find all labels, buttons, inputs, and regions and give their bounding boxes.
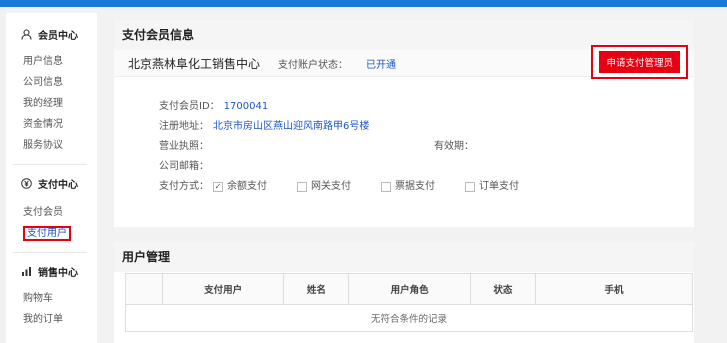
- col-status: 状态: [469, 273, 537, 305]
- sidebar-item-label: 支付用户: [23, 226, 71, 241]
- section-member-center: 会员中心: [20, 24, 97, 44]
- validity-label: 有效期：: [434, 141, 474, 152]
- method-bill[interactable]: 票据支付: [377, 179, 435, 195]
- member-info: 支付会员ID： 1700041 注册地址： 北京市房山区燕山迎风南路甲6号楼 营…: [114, 77, 694, 195]
- top-bar: [0, 0, 727, 7]
- table-header-row: 支付用户 姓名 用户角色 状态 手机: [125, 273, 693, 305]
- address-value: 北京市房山区燕山迎风南路甲6号楼: [213, 121, 370, 132]
- member-id-value: 1700041: [223, 101, 269, 112]
- sidebar-item-service-agreement[interactable]: 服务协议: [6, 135, 97, 156]
- method-label: 网关支付: [311, 181, 351, 192]
- address-label: 注册地址：: [159, 121, 209, 132]
- col-name: 姓名: [283, 273, 350, 305]
- method-label: 订单支付: [479, 181, 519, 192]
- checkbox[interactable]: [465, 182, 475, 192]
- sidebar-item-funds[interactable]: 资金情况: [6, 114, 97, 135]
- section-sales-center: 销售中心: [20, 261, 97, 281]
- sidebar-item-cart[interactable]: 购物车: [6, 288, 97, 309]
- apply-pay-admin-button[interactable]: 申请支付管理员: [599, 51, 680, 73]
- email-label: 公司邮箱：: [159, 161, 209, 172]
- table-row: 无符合条件的记录: [125, 304, 693, 332]
- sidebar-item-my-manager[interactable]: 我的经理: [6, 93, 97, 114]
- yen-icon: [20, 177, 32, 189]
- pay-method-label: 支付方式：: [159, 181, 209, 192]
- pay-member-info-panel: 支付会员信息 北京燕林阜化工销售中心 支付账户状态： 已开通 申请支付管理员 支…: [114, 20, 694, 227]
- method-label: 票据支付: [395, 181, 435, 192]
- section-title: 会员中心: [38, 30, 78, 42]
- account-status-label: 支付账户状态：: [278, 59, 349, 71]
- sidebar-item-pay-user[interactable]: 支付用户: [6, 223, 97, 244]
- checkbox[interactable]: [381, 182, 391, 192]
- sidebar-item-pay-member[interactable]: 支付会员: [6, 202, 97, 223]
- chart-icon: [20, 265, 32, 277]
- select-column-header: [125, 273, 163, 305]
- user-icon: [20, 28, 32, 40]
- empty-message: 无符合条件的记录: [125, 304, 693, 332]
- user-table: 支付用户 姓名 用户角色 状态 手机 无符合条件的记录: [125, 273, 693, 332]
- section-title: 销售中心: [38, 267, 78, 279]
- divider: [12, 252, 87, 253]
- panel-title: 用户管理: [114, 242, 694, 272]
- user-management-panel: 用户管理 支付用户 姓名 用户角色 状态 手机 无符合条件的记录: [114, 242, 694, 343]
- section-pay-center: 支付中心: [20, 173, 97, 193]
- member-id-row: 支付会员ID： 1700041: [159, 99, 694, 115]
- license-label: 营业执照：: [159, 141, 209, 152]
- account-status-value: 已开通: [366, 59, 397, 71]
- col-pay-user: 支付用户: [161, 273, 285, 305]
- sidebar-item-user-info[interactable]: 用户信息: [6, 51, 97, 72]
- member-id-label: 支付会员ID：: [159, 101, 220, 112]
- pay-method-row: 支付方式： ✓ 余额支付 网关支付 票据支付 订单支付: [159, 179, 694, 195]
- col-role: 用户角色: [348, 273, 471, 305]
- method-label: 余额支付: [227, 181, 267, 192]
- company-name: 北京燕林阜化工销售中心: [128, 56, 261, 71]
- checkbox-checked[interactable]: ✓: [213, 182, 223, 192]
- col-phone: 手机: [535, 273, 693, 305]
- method-gateway[interactable]: 网关支付: [293, 179, 351, 195]
- sidebar: 会员中心 用户信息 公司信息 我的经理 资金情况 服务协议 支付中心 支付会员 …: [6, 13, 97, 343]
- section-title: 支付中心: [38, 179, 78, 191]
- apply-button-highlight: 申请支付管理员: [591, 45, 688, 79]
- method-order[interactable]: 订单支付: [461, 179, 519, 195]
- divider: [12, 164, 87, 165]
- email-row: 公司邮箱：: [159, 159, 694, 175]
- sidebar-item-company-info[interactable]: 公司信息: [6, 72, 97, 93]
- method-balance[interactable]: ✓ 余额支付: [209, 179, 267, 195]
- checkbox[interactable]: [297, 182, 307, 192]
- address-row: 注册地址： 北京市房山区燕山迎风南路甲6号楼: [159, 119, 694, 135]
- license-row: 营业执照： 有效期：: [159, 139, 694, 155]
- sidebar-item-my-orders[interactable]: 我的订单: [6, 309, 97, 330]
